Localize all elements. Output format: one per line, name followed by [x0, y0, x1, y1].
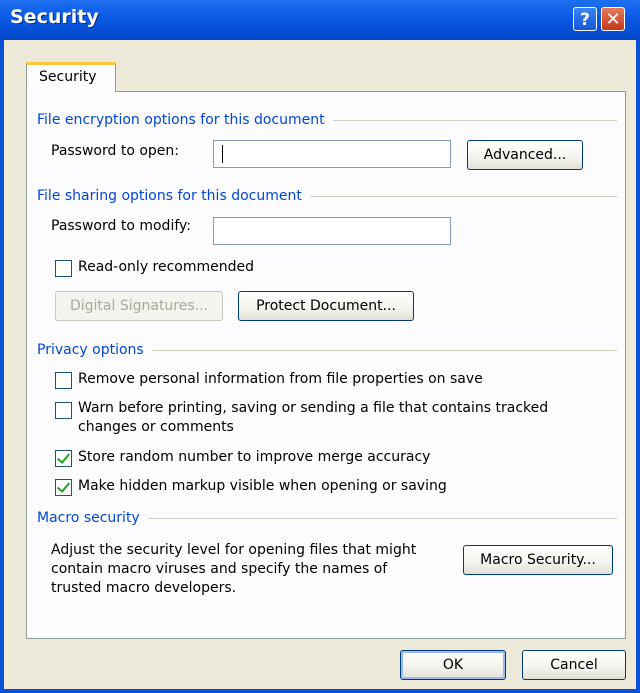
- password-modify-input[interactable]: [213, 217, 451, 245]
- group-divider: [151, 349, 617, 351]
- dialog-title: Security: [10, 6, 99, 28]
- macro-description-line2: contain macro viruses and specify the na…: [51, 561, 388, 577]
- privacy-group-header: Privacy options: [37, 342, 617, 358]
- hidden-markup-visible-label[interactable]: Make hidden markup visible when opening …: [78, 478, 447, 494]
- sharing-group-label: File sharing options for this document: [37, 188, 302, 204]
- hidden-markup-visible-checkbox[interactable]: [55, 479, 72, 496]
- close-icon: ✕: [605, 9, 621, 30]
- macro-group-header: Macro security: [37, 510, 617, 526]
- security-dialog: Security ? ✕ Security File encryption op…: [0, 0, 640, 693]
- tab-panel: File encryption options for this documen…: [26, 91, 626, 639]
- warn-tracked-changes-checkbox[interactable]: [55, 402, 72, 419]
- warn-tracked-changes-label[interactable]: Warn before printing, saving or sending …: [78, 400, 548, 416]
- encryption-group-label: File encryption options for this documen…: [37, 112, 325, 128]
- sharing-group-header: File sharing options for this document: [37, 188, 617, 204]
- ok-button[interactable]: OK: [400, 650, 506, 680]
- remove-personal-info-checkbox[interactable]: [55, 372, 72, 389]
- text-caret: [222, 145, 223, 163]
- close-button[interactable]: ✕: [601, 7, 625, 31]
- password-open-input[interactable]: [213, 140, 451, 168]
- digital-signatures-button[interactable]: Digital Signatures...: [55, 291, 223, 321]
- cancel-button[interactable]: Cancel: [522, 650, 626, 680]
- readonly-checkbox[interactable]: [55, 260, 72, 277]
- macro-group-label: Macro security: [37, 510, 140, 526]
- group-divider: [332, 119, 617, 121]
- store-random-number-checkbox[interactable]: [55, 450, 72, 467]
- password-modify-label: Password to modify:: [51, 218, 191, 234]
- encryption-group-header: File encryption options for this documen…: [37, 112, 617, 128]
- advanced-button[interactable]: Advanced...: [467, 140, 583, 170]
- macro-description-line1: Adjust the security level for opening fi…: [51, 542, 417, 558]
- tab-security[interactable]: Security: [26, 62, 116, 92]
- help-button[interactable]: ?: [573, 7, 597, 31]
- macro-security-button[interactable]: Macro Security...: [463, 545, 613, 575]
- protect-document-button[interactable]: Protect Document...: [238, 291, 414, 321]
- store-random-number-label[interactable]: Store random number to improve merge acc…: [78, 449, 430, 465]
- help-icon: ?: [580, 10, 590, 30]
- readonly-label[interactable]: Read-only recommended: [78, 259, 254, 275]
- privacy-group-label: Privacy options: [37, 342, 144, 358]
- group-divider: [309, 195, 617, 197]
- remove-personal-info-label[interactable]: Remove personal information from file pr…: [78, 371, 483, 387]
- title-bar[interactable]: Security ? ✕: [0, 0, 640, 40]
- warn-tracked-changes-label-line2[interactable]: changes or comments: [78, 419, 234, 435]
- dialog-client-area: Security File encryption options for thi…: [4, 40, 636, 689]
- macro-description-line3: trusted macro developers.: [51, 580, 237, 596]
- password-open-label: Password to open:: [51, 143, 180, 159]
- group-divider: [147, 517, 617, 519]
